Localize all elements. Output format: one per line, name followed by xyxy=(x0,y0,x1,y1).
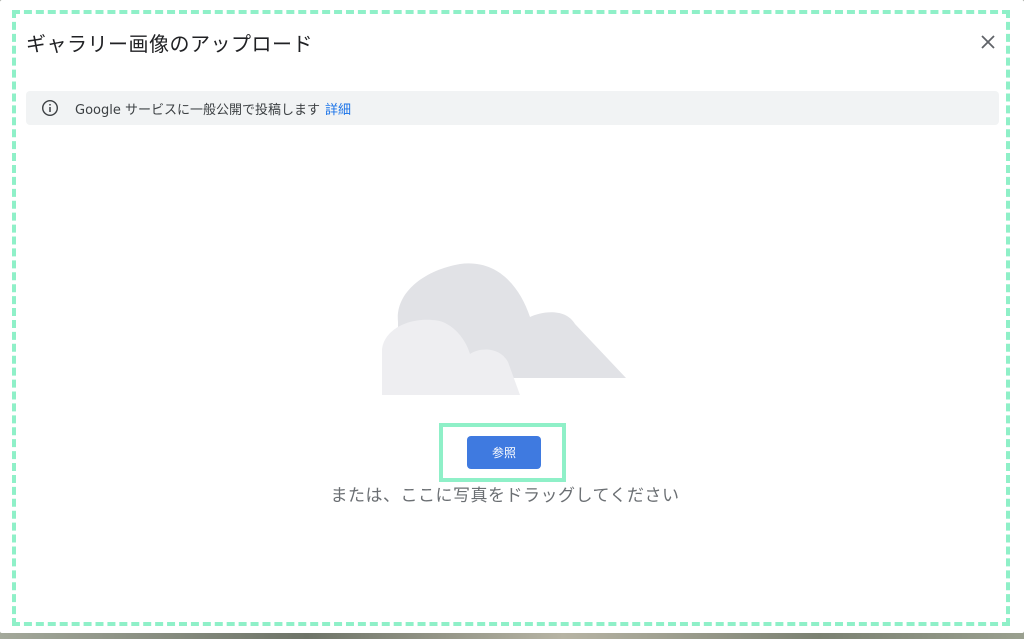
info-text: Google サービスに一般公開で投稿します xyxy=(75,102,320,118)
cloud-icon xyxy=(382,263,626,395)
upload-dialog: ギャラリー画像のアップロード Google サービスに一般公開で投稿します 詳細… xyxy=(0,0,1024,633)
browse-button[interactable]: 参照 xyxy=(467,436,541,469)
close-button[interactable] xyxy=(974,28,1002,56)
drag-drop-hint: または、ここに写真をドラッグしてください xyxy=(330,486,680,506)
close-icon xyxy=(981,35,995,49)
learn-more-link[interactable]: 詳細 xyxy=(325,99,351,118)
info-icon xyxy=(41,99,59,117)
dialog-title: ギャラリー画像のアップロード xyxy=(26,32,313,56)
info-banner: Google サービスに一般公開で投稿します 詳細 xyxy=(26,91,999,125)
